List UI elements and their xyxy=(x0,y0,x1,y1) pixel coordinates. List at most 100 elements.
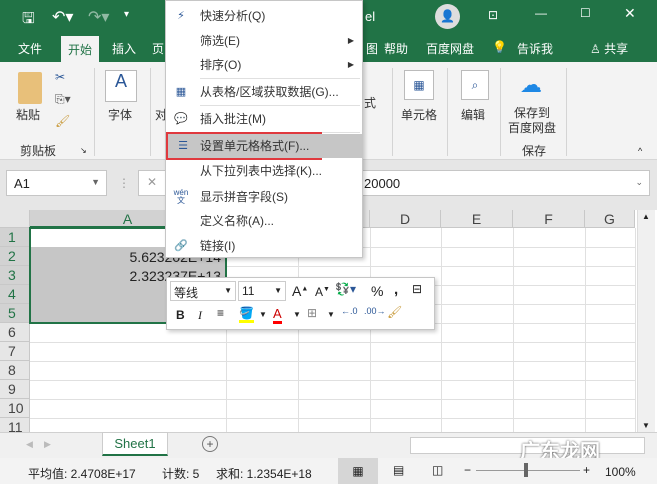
cut-icon[interactable]: ✂ xyxy=(55,70,65,84)
row-header[interactable]: 2 xyxy=(0,247,30,266)
menu-item-get-data[interactable]: ▦ 从表格/区域获取数据(G)... xyxy=(166,80,362,104)
increase-decimal-icon[interactable]: ←.0 xyxy=(341,306,358,316)
bold-icon[interactable]: B xyxy=(176,308,185,322)
tab-help[interactable]: 帮助 xyxy=(384,40,408,57)
expand-formula-icon[interactable]: ⌄ xyxy=(635,177,643,188)
dialog-launcher-icon[interactable]: ↘ xyxy=(80,146,87,155)
minimize-icon[interactable]: — xyxy=(535,6,547,20)
menu-item-filter[interactable]: 筛选(E) ▶ xyxy=(166,29,362,53)
search-icon[interactable]: ⌕ xyxy=(461,70,489,100)
undo-icon[interactable]: ↶▾ xyxy=(52,7,73,27)
name-box[interactable]: A1 ▼ xyxy=(6,170,107,196)
menu-item-format-cells[interactable]: ☰ 设置单元格格式(F)... xyxy=(166,132,322,160)
cancel-icon[interactable]: ✕ xyxy=(147,175,157,189)
menu-item-link[interactable]: 🔗 链接(I) xyxy=(166,234,362,258)
fill-color-icon[interactable]: 🪣 xyxy=(239,306,254,323)
row-header[interactable]: 3 xyxy=(0,266,30,285)
redo-icon[interactable]: ↷▾ xyxy=(88,7,109,27)
column-header-e[interactable]: E xyxy=(441,210,513,228)
customize-qat-icon[interactable]: ▾ xyxy=(124,9,129,20)
quick-analysis-icon: ⚡ xyxy=(177,10,185,22)
row-header[interactable]: 4 xyxy=(0,285,30,304)
tab-insert[interactable]: 插入 xyxy=(112,40,136,57)
tab-baidu[interactable]: 百度网盘 xyxy=(426,40,474,57)
zoom-out-icon[interactable]: − xyxy=(464,463,471,477)
formula-value: 20000 xyxy=(364,176,401,191)
prev-sheet-icon[interactable]: ◀ xyxy=(26,439,33,450)
splitter-icon[interactable]: ⋮ xyxy=(118,176,130,190)
menu-item-insert-comment[interactable]: 💬 插入批注(M) xyxy=(166,107,362,131)
menu-item-phonetic[interactable]: wén 文显示拼音字段(S) xyxy=(166,185,362,209)
font-color-icon[interactable]: A xyxy=(273,306,282,324)
save-group-label: 保存 xyxy=(522,144,547,158)
zoom-in-icon[interactable]: + xyxy=(583,463,590,477)
tab-file[interactable]: 文件 xyxy=(18,40,42,57)
table-icon: ▦ xyxy=(175,86,187,98)
row-header[interactable]: 9 xyxy=(0,380,30,399)
baidu-netdisk-icon[interactable]: ☁ xyxy=(520,72,542,98)
cells-icon[interactable]: ▦ xyxy=(404,70,434,100)
copy-icon[interactable]: ⎘▾ xyxy=(55,92,71,107)
submenu-arrow-icon: ▶ xyxy=(347,60,354,69)
next-sheet-icon[interactable]: ▶ xyxy=(44,439,51,450)
avatar-icon[interactable]: 👤 xyxy=(435,4,460,29)
font-name-select[interactable]: 等线 ▼ xyxy=(170,281,236,301)
tab-view[interactable]: 图 xyxy=(366,40,378,57)
decrease-decimal-icon[interactable]: .00→ xyxy=(364,306,386,316)
menu-item-pick-from-list[interactable]: 从下拉列表中选择(K)... xyxy=(166,159,362,183)
accounting-format-icon[interactable]: 💱▾ xyxy=(335,282,356,296)
normal-view-icon[interactable]: ▦ xyxy=(338,458,378,484)
font-icon[interactable]: A xyxy=(105,70,137,102)
collapse-ribbon-icon[interactable]: ^ xyxy=(638,146,642,156)
format-painter-icon[interactable]: 🖌 xyxy=(387,305,402,319)
paste-icon[interactable] xyxy=(18,72,42,104)
tell-me[interactable]: 告诉我 xyxy=(517,40,553,57)
format-painter-icon[interactable]: 🖌 xyxy=(55,114,70,128)
share-label: 共享 xyxy=(604,42,629,56)
merge-center-icon[interactable]: ⊟ xyxy=(412,282,422,296)
menu-item-define-name[interactable]: 定义名称(A)... xyxy=(166,209,362,233)
italic-icon[interactable]: I xyxy=(198,308,202,323)
sheet-tab-sheet1[interactable]: Sheet1 xyxy=(102,432,168,456)
cells-button[interactable]: 单元格 xyxy=(401,106,437,123)
page-break-view-icon[interactable]: ◫ xyxy=(432,463,443,477)
save-to-baidu-button[interactable]: 保存到 百度网盘 xyxy=(508,106,556,136)
font-size-select[interactable]: 11 ▼ xyxy=(238,281,286,301)
row-header[interactable]: 8 xyxy=(0,361,30,380)
tab-home[interactable]: 开始 xyxy=(61,36,100,62)
vertical-scrollbar[interactable]: ▲ ▼ xyxy=(637,210,655,432)
column-header-g[interactable]: G xyxy=(585,210,635,228)
paste-button[interactable]: 粘贴 xyxy=(16,106,40,123)
maximize-icon[interactable]: ☐ xyxy=(580,6,591,20)
zoom-slider[interactable] xyxy=(476,470,580,471)
row-header[interactable]: 6 xyxy=(0,323,30,342)
styles-button[interactable]: 式 xyxy=(364,94,376,111)
font-button[interactable]: 字体 xyxy=(108,106,132,123)
page-layout-view-icon[interactable]: ▤ xyxy=(393,463,404,477)
comma-style-button[interactable]: , xyxy=(394,281,398,298)
menu-item-quick-analysis[interactable]: ⚡ 快速分析(Q) xyxy=(166,4,362,28)
zoom-slider-thumb[interactable] xyxy=(524,463,528,477)
share-button[interactable]: ♙ 共享 xyxy=(590,40,628,57)
shrink-font-icon[interactable]: A▼ xyxy=(315,285,330,299)
column-header-d[interactable]: D xyxy=(370,210,441,228)
grow-font-icon[interactable]: A▲ xyxy=(292,283,308,299)
percent-style-button[interactable]: % xyxy=(371,283,383,299)
align-center-icon[interactable]: ≡ xyxy=(217,306,224,320)
tab-page[interactable]: 页 xyxy=(152,40,164,57)
editing-button[interactable]: 编辑 xyxy=(461,106,485,123)
save-icon[interactable]: 🖫 xyxy=(22,8,35,33)
row-header[interactable]: 10 xyxy=(0,399,30,418)
ribbon-display-icon[interactable]: ⊡ xyxy=(488,8,498,22)
zoom-level[interactable]: 100% xyxy=(605,465,636,479)
column-header-f[interactable]: F xyxy=(513,210,585,228)
row-header[interactable]: 5 xyxy=(0,304,30,323)
submenu-arrow-icon: ▶ xyxy=(347,36,354,45)
select-all[interactable] xyxy=(0,210,30,228)
add-sheet-icon[interactable]: + xyxy=(202,436,218,452)
close-icon[interactable]: ✕ xyxy=(624,5,636,22)
row-header[interactable]: 7 xyxy=(0,342,30,361)
menu-item-sort[interactable]: 排序(O) ▶ xyxy=(166,53,362,77)
row-header[interactable]: 1 xyxy=(0,228,30,247)
borders-icon[interactable]: ⊞ xyxy=(307,306,317,320)
